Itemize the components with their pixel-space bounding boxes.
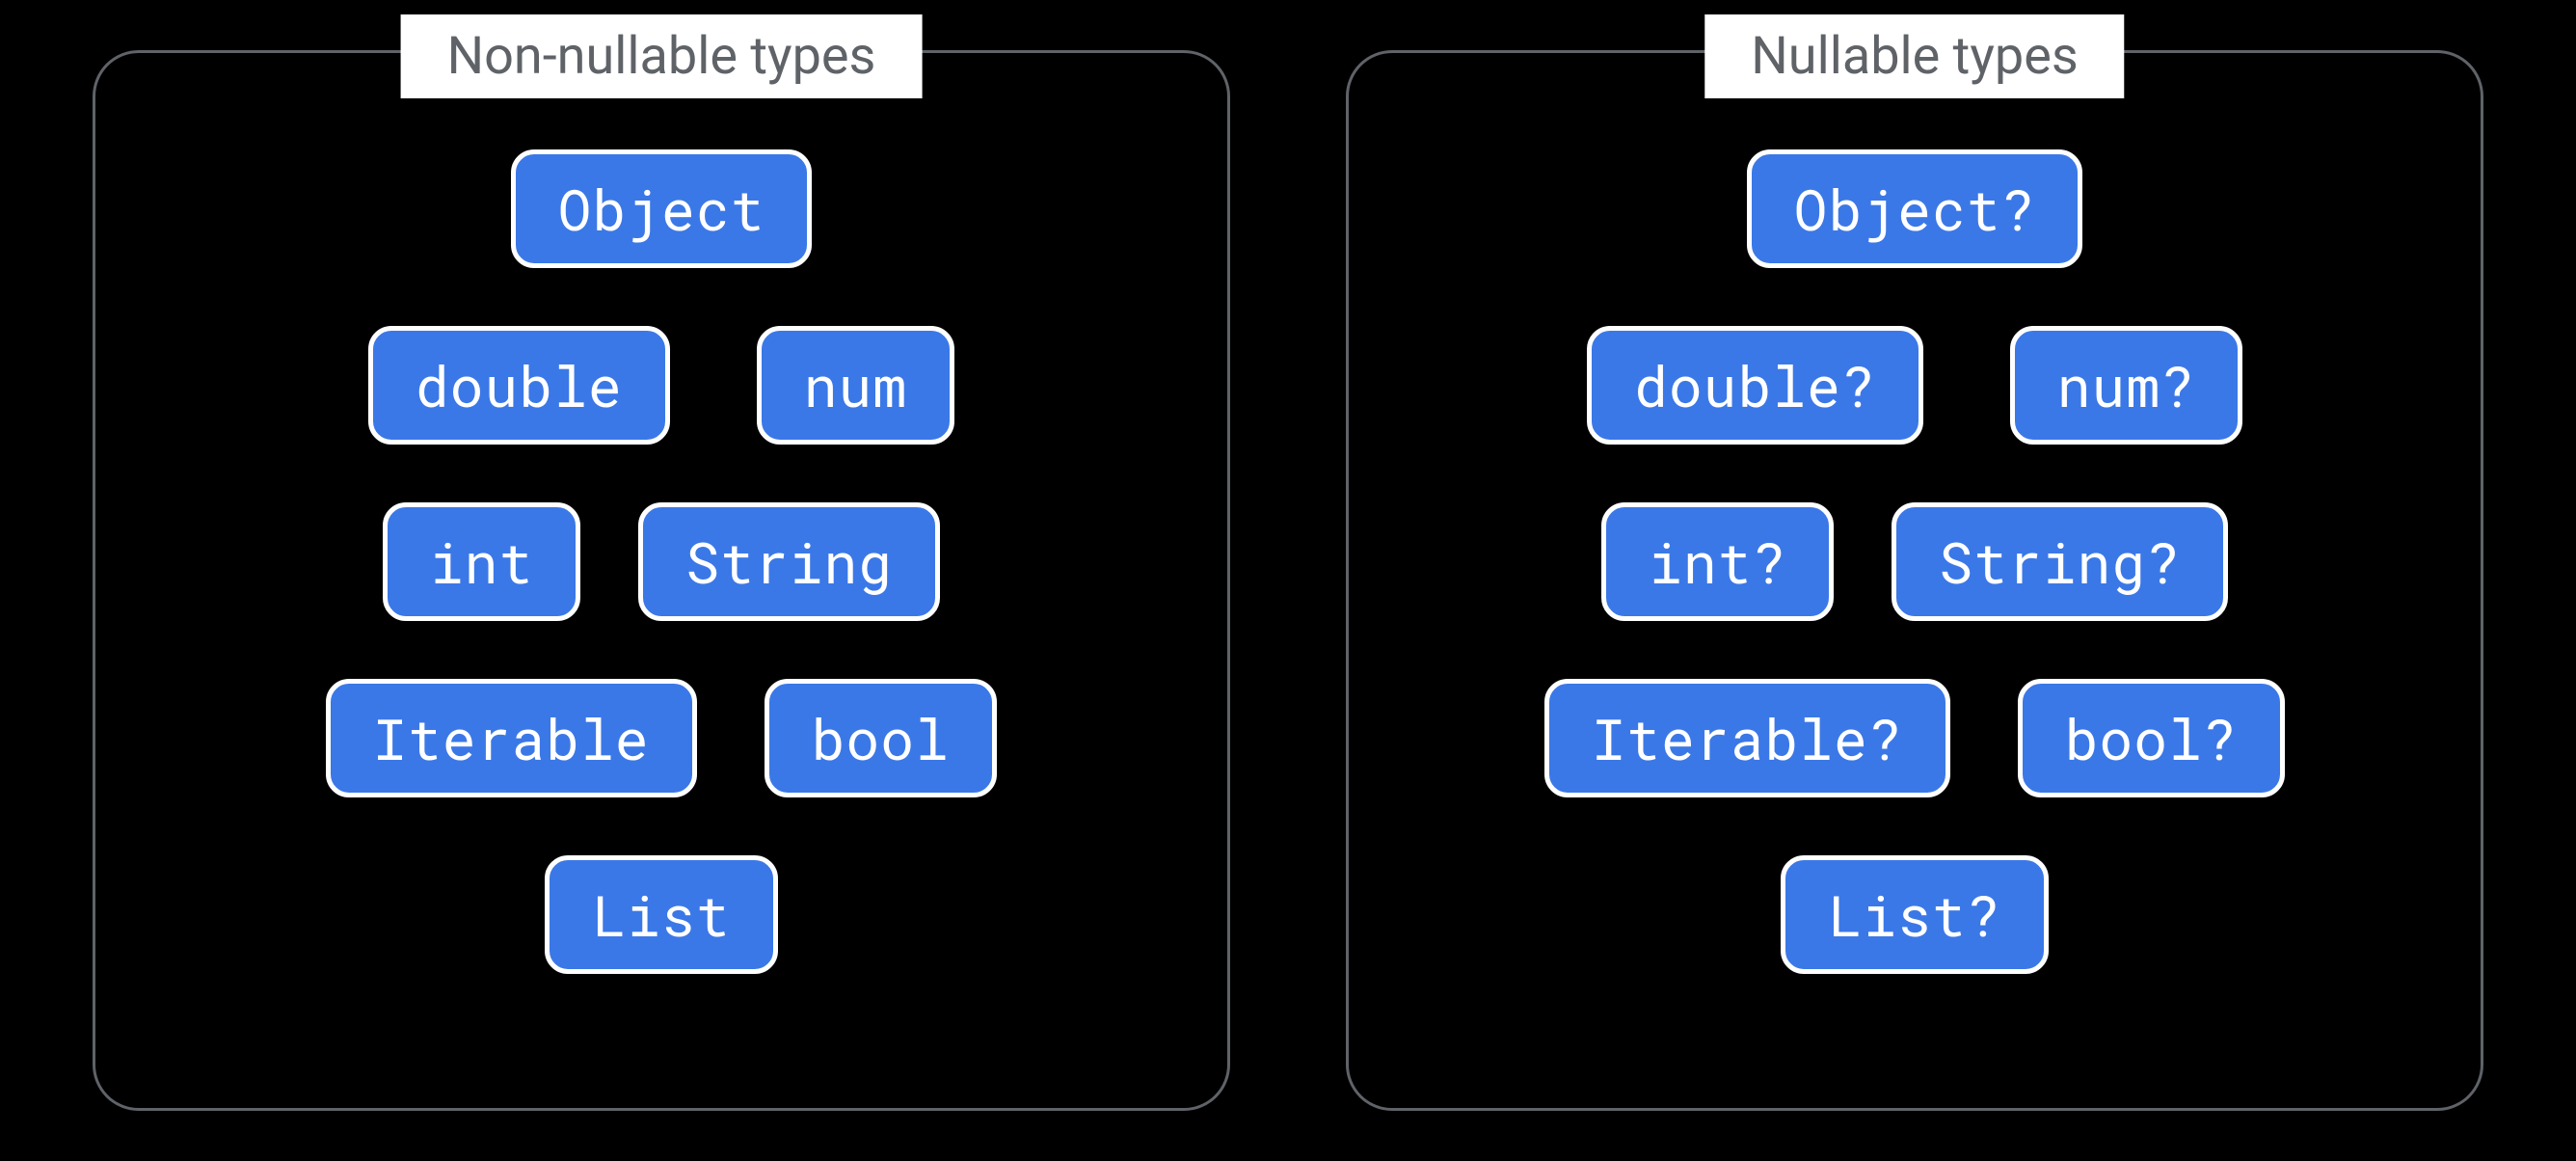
type-row: Object? [1747,149,2083,268]
type-row: int? String? [1601,502,2228,621]
type-badge-int: int [383,502,580,621]
type-badge-bool: bool [765,679,997,797]
nullable-panel: Nullable types Object? double? num? int?… [1346,50,2483,1111]
type-badge-double: double [368,326,670,445]
type-row: Iterable? bool? [1544,679,2284,797]
type-badge-iterable-nullable: Iterable? [1544,679,1949,797]
type-badge-num-nullable: num? [2010,326,2242,445]
type-badge-iterable: Iterable [326,679,696,797]
type-row: Object [511,149,813,268]
type-badge-double-nullable: double? [1587,326,1923,445]
type-badge-int-nullable: int? [1601,502,1834,621]
type-badge-num: num [757,326,954,445]
type-row: List? [1781,855,2048,974]
type-row: List [545,855,777,974]
type-badge-string: String [638,502,940,621]
type-row: double num [368,326,954,445]
type-row: int String [383,502,940,621]
non-nullable-panel: Non-nullable types Object double num int… [93,50,1230,1111]
panel-title: Nullable types [1704,14,2124,98]
type-row: double? num? [1587,326,2242,445]
type-badge-object: Object [511,149,813,268]
panel-title: Non-nullable types [401,14,923,98]
type-badge-object-nullable: Object? [1747,149,2083,268]
type-badge-string-nullable: String? [1892,502,2228,621]
type-badge-bool-nullable: bool? [2018,679,2285,797]
type-badge-list: List [545,855,777,974]
type-badge-list-nullable: List? [1781,855,2048,974]
type-row: Iterable bool [326,679,997,797]
